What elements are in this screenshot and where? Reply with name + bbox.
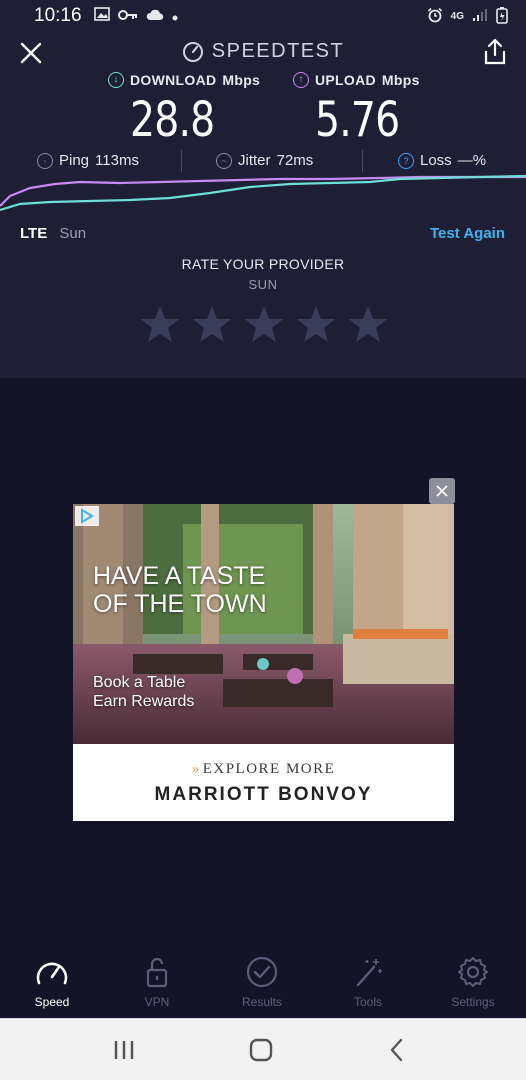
tab-results[interactable]: Results (217, 955, 307, 1009)
tab-vpn[interactable]: VPN (112, 955, 202, 1009)
loss-metric[interactable]: ? Loss —% (398, 152, 486, 169)
star-icon[interactable] (348, 304, 388, 344)
vpn-key-icon (117, 8, 138, 25)
upload-heading: ↑ UPLOAD Mbps (293, 72, 420, 88)
tab-label: Speed (34, 995, 70, 1009)
star-icon[interactable] (296, 304, 336, 344)
app-title: SPEEDTEST (0, 40, 526, 63)
cloud-icon (146, 8, 164, 25)
tab-label: Settings (451, 995, 495, 1009)
ad-cta-label: EXPLORE MORE (202, 761, 336, 777)
ad-headline-line: OF THE TOWN (93, 590, 267, 618)
lock-icon (146, 957, 168, 988)
connection-info: LTE Sun (20, 225, 86, 242)
help-icon[interactable]: ? (398, 152, 414, 169)
jitter-value: 72ms (276, 152, 314, 169)
test-again-button[interactable]: Test Again (430, 225, 505, 242)
ad-subtext-line: Book a Table (93, 674, 186, 691)
bottom-tab-bar: Speed VPN Results Tools Settings (0, 945, 526, 1017)
download-label: DOWNLOAD (130, 72, 217, 88)
metric-divider (181, 150, 182, 172)
ping-label: Ping (59, 152, 90, 169)
check-circle-icon (246, 956, 278, 988)
metrics-row: ◦ Ping 113ms ~ Jitter 72ms ? Loss —% (0, 150, 526, 174)
ping-icon: ◦ (37, 152, 53, 169)
upload-value: 5.76 (315, 92, 400, 148)
connection-provider: Sun (59, 225, 87, 242)
ad-subtext-line: Earn Rewards (93, 693, 195, 710)
gear-icon (458, 957, 488, 987)
ad-close-button[interactable] (429, 478, 455, 504)
ad-cta[interactable]: » EXPLORE MORE (73, 761, 454, 778)
upload-label: UPLOAD (315, 72, 376, 88)
download-heading: ↓ DOWNLOAD Mbps (108, 72, 260, 88)
ping-metric: ◦ Ping 113ms (37, 152, 139, 169)
ad-headline: HAVE A TASTE OF THE TOWN (93, 562, 267, 618)
loss-label: Loss (420, 152, 452, 169)
battery-icon (496, 6, 508, 27)
upload-arrow-icon: ↑ (293, 72, 309, 88)
download-unit: Mbps (222, 72, 261, 88)
tab-label: Results (241, 995, 282, 1009)
tab-label: Tools (353, 995, 382, 1009)
close-icon (436, 485, 448, 497)
jitter-label: Jitter (238, 152, 271, 169)
ping-value: 113ms (95, 152, 139, 169)
alarm-icon (427, 7, 443, 26)
magic-wand-icon (356, 959, 382, 987)
download-value: 28.8 (130, 92, 215, 148)
ad-subtext: Book a Table Earn Rewards (93, 673, 194, 711)
tab-tools[interactable]: Tools (323, 955, 413, 1009)
speedtest-logo-icon (182, 41, 203, 62)
ad-brand: MARRIOTT BONVOY (154, 784, 373, 805)
tab-settings[interactable]: Settings (428, 955, 518, 1009)
jitter-metric: ~ Jitter 72ms (216, 152, 313, 169)
star-icon[interactable] (244, 304, 284, 344)
upload-unit: Mbps (381, 72, 420, 88)
advertisement[interactable]: HAVE A TASTE OF THE TOWN Book a Table Ea… (73, 504, 454, 821)
results-panel: SPEEDTEST ↓ DOWNLOAD Mbps ↑ UPLOAD Mbps … (0, 32, 526, 378)
status-bar: 10:16 4G (0, 0, 526, 32)
jitter-icon: ~ (216, 152, 232, 169)
rate-provider-title: RATE YOUR PROVIDER (181, 256, 345, 272)
recent-apps-button[interactable] (109, 1037, 139, 1063)
metric-divider (362, 150, 363, 172)
gallery-icon (93, 7, 110, 25)
notification-dot-icon (172, 8, 178, 25)
tab-speed[interactable]: Speed (7, 955, 97, 1009)
status-time: 10:16 (34, 5, 82, 26)
speed-graph (0, 174, 526, 212)
system-nav-bar (0, 1018, 526, 1080)
share-icon (484, 38, 506, 65)
network-type: 4G (450, 10, 464, 22)
rating-stars (140, 304, 388, 344)
signal-icon (472, 8, 488, 25)
loss-value: —% (457, 152, 487, 169)
tab-label: VPN (144, 995, 170, 1009)
app-title-text: SPEEDTEST (211, 40, 345, 62)
star-icon[interactable] (192, 304, 232, 344)
download-arrow-icon: ↓ (108, 72, 124, 88)
connection-type: LTE (20, 225, 48, 242)
ad-footer[interactable]: » EXPLORE MORE MARRIOTT BONVOY (73, 744, 454, 821)
home-button[interactable] (246, 1037, 276, 1063)
share-button[interactable] (482, 38, 508, 66)
star-icon[interactable] (140, 304, 180, 344)
back-button[interactable] (383, 1037, 413, 1063)
speedometer-icon (36, 962, 68, 985)
double-chevron-icon: » (191, 761, 201, 777)
ad-headline-line: HAVE A TASTE (93, 562, 266, 590)
rate-provider-name: SUN (248, 277, 278, 292)
adchoices-icon[interactable] (75, 506, 99, 526)
